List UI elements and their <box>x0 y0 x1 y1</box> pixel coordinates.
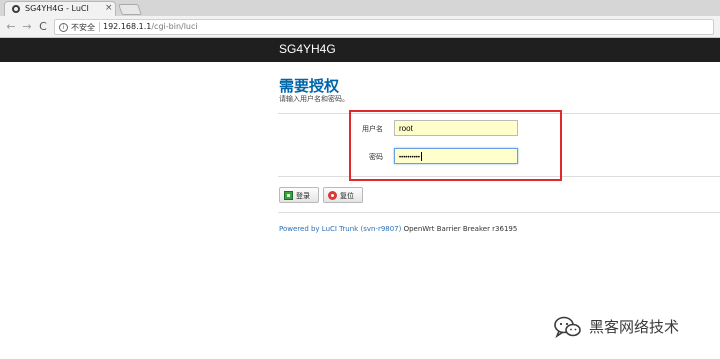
luci-header: SG4YH4G <box>0 38 720 62</box>
reset-button-label: 复位 <box>340 192 354 200</box>
firmware-version: OpenWrt Barrier Breaker r36195 <box>401 225 518 233</box>
forward-icon[interactable]: → <box>20 20 34 34</box>
address-bar[interactable]: i 不安全 192.168.1.1/cgi-bin/luci <box>54 19 714 35</box>
brand-hostname[interactable]: SG4YH4G <box>279 42 336 56</box>
footer: Powered by LuCI Trunk (svn-r9807) OpenWr… <box>279 225 517 233</box>
browser-tab[interactable]: SG4YH4G - LuCI × <box>4 1 116 16</box>
back-icon[interactable]: ← <box>4 20 18 34</box>
info-icon[interactable]: i <box>59 23 68 32</box>
wechat-icon <box>554 316 581 339</box>
reload-icon[interactable]: C <box>36 20 50 34</box>
reset-icon <box>328 191 337 200</box>
powered-by-link[interactable]: Powered by LuCI Trunk (svn-r9807) <box>279 225 401 233</box>
login-button[interactable]: 登录 <box>279 187 319 203</box>
highlight-box <box>349 110 562 181</box>
url-path: /cgi-bin/luci <box>151 22 198 31</box>
tab-close-icon[interactable]: × <box>105 3 113 13</box>
login-hint: 请输入用户名和密码。 <box>279 95 349 103</box>
tab-title: SG4YH4G - LuCI <box>25 4 89 13</box>
new-tab-button[interactable] <box>117 4 143 15</box>
security-label[interactable]: 不安全 <box>71 22 95 33</box>
login-button-label: 登录 <box>296 192 310 200</box>
browser-toolbar: ← → C i 不安全 192.168.1.1/cgi-bin/luci <box>0 16 720 38</box>
url-host: 192.168.1.1 <box>103 22 152 31</box>
tab-favicon-icon <box>12 5 20 13</box>
login-icon <box>284 191 293 200</box>
address-separator <box>99 22 100 32</box>
page-title: 需要授权 <box>279 77 340 95</box>
reset-button[interactable]: 复位 <box>323 187 363 203</box>
browser-tabstrip: SG4YH4G - LuCI × <box>0 0 720 16</box>
url-text[interactable]: 192.168.1.1/cgi-bin/luci <box>103 22 198 31</box>
footer-divider <box>278 212 720 213</box>
watermark-text: 黑客网络技术 <box>589 318 680 336</box>
